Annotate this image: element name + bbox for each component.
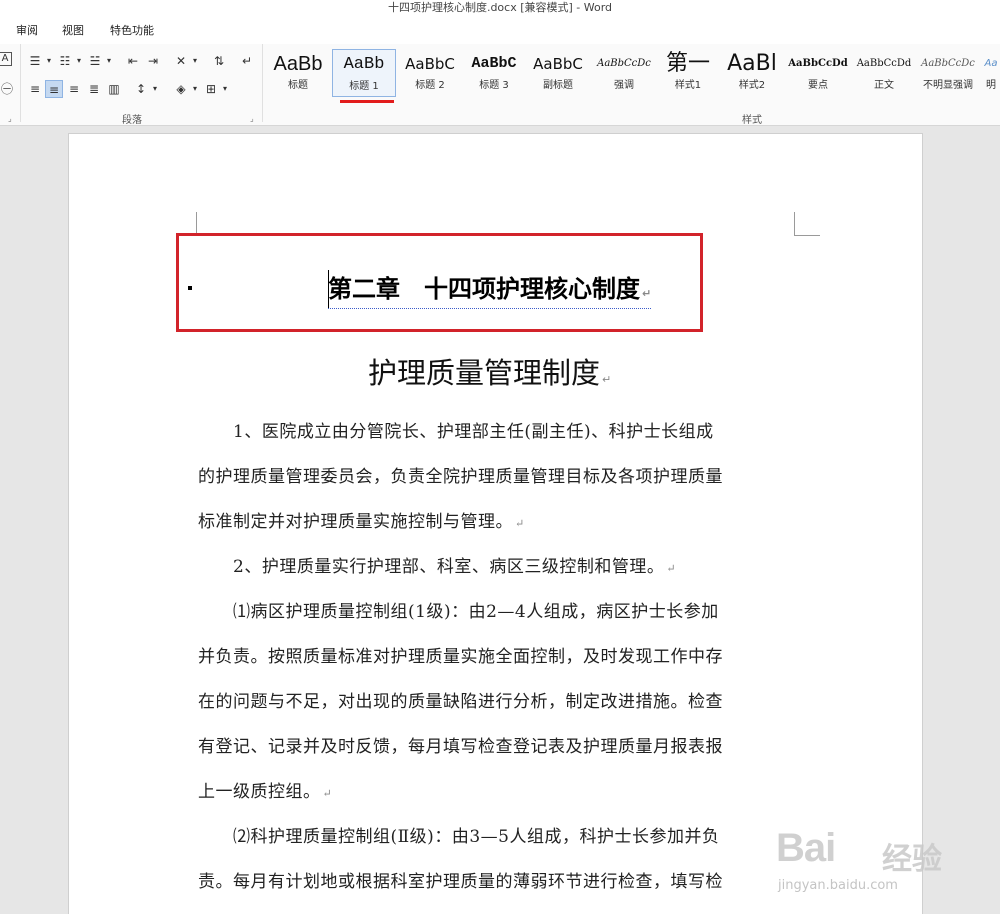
styles-group-label: 样式 [742, 115, 762, 126]
body-line[interactable]: 在的问题与不足，对出现的质量缺陷进行分析，制定改进措施。检查 [198, 687, 798, 712]
body-line[interactable]: ⑴病区护理质量控制组(1级)：由2—4人组成，病区护士长参加 [198, 597, 798, 622]
watermark: Bai 经验 jingyan.baidu.com [770, 808, 1000, 914]
style-subtitle[interactable]: AaBbC 副标题 [526, 49, 590, 97]
align-left-icon[interactable]: ≡ [26, 80, 44, 98]
paragraph-group-label: 段落 [122, 115, 142, 126]
paragraph-mark-icon: ↵ [515, 517, 525, 530]
body-line[interactable]: 2、护理质量实行护理部、科室、病区三级控制和管理。 ↵ [198, 552, 798, 577]
sort-icon[interactable]: ⇅ [210, 52, 228, 70]
borders-dropdown-icon[interactable]: ▾ [216, 80, 234, 98]
style-title[interactable]: AaBb 标题 [266, 49, 330, 97]
body-line[interactable]: ⑵科护理质量控制组(Ⅱ级)：由3—5人组成，科护士长参加并负 [198, 822, 798, 847]
crop-mark [794, 212, 795, 236]
ribbon-tabs: 审阅 视图 特色功能 [0, 16, 1000, 44]
selected-style-highlight [340, 100, 394, 103]
ribbon: A ㊀ ☰ ▾ ☷ ▾ ☱ ▾ ⇤ ⇥ ✕ ▾ ⇅ ↵ ≡ ≡ ≡ ≣ ▥ ↕ … [0, 44, 1000, 126]
watermark-url: jingyan.baidu.com [778, 878, 898, 893]
tab-review[interactable]: 审阅 [16, 22, 38, 38]
phonetic-guide-icon[interactable]: ㊀ [0, 80, 16, 98]
body-line[interactable]: 1、医院成立由分管院长、护理部主任(副主任)、科护士长组成 [198, 417, 798, 442]
body-line[interactable]: 有登记、记录并及时反馈，每月填写检查登记表及护理质量月报表报 [198, 732, 798, 757]
paragraph-dialog-launcher-icon[interactable]: ⌟ [250, 114, 254, 123]
style-normal[interactable]: AaBbCcDd 正文 [852, 49, 916, 97]
chapter-heading[interactable]: 第二章 十四项护理核心制度 ↵ [328, 272, 652, 311]
tab-view[interactable]: 视图 [62, 22, 84, 38]
paragraph-mark-icon: ↵ [322, 787, 333, 800]
tab-special-features[interactable]: 特色功能 [110, 22, 154, 38]
document-title[interactable]: 护理质量管理制度 ↵ [368, 352, 611, 401]
multilevel-dropdown-icon[interactable]: ▾ [100, 52, 118, 70]
style-heading-2[interactable]: AaBbC 标题 2 [398, 49, 462, 97]
distributed-icon[interactable]: ▥ [105, 80, 123, 98]
watermark-logo: Bai [776, 826, 836, 870]
font-dialog-launcher-icon[interactable]: ⌟ [8, 114, 12, 123]
increase-indent-icon[interactable]: ⇥ [144, 52, 162, 70]
list-bullet-icon [188, 286, 192, 290]
justify-icon[interactable]: ≣ [85, 80, 103, 98]
paragraph-mark-icon: ↵ [666, 562, 677, 575]
style-emphasis[interactable]: AaBbCcDc 强调 [592, 49, 656, 97]
body-line[interactable]: 上一级质控组。 ↵ [198, 777, 798, 802]
body-line[interactable]: 责。每月有计划地或根据科室护理质量的薄弱环节进行检查，填写检 [198, 867, 798, 892]
window-title: 十四项护理核心制度.docx [兼容模式] - Word [0, 0, 1000, 16]
show-marks-icon[interactable]: ↵ [238, 52, 256, 70]
style-custom-1[interactable]: 第一 样式1 [656, 49, 720, 97]
body-line[interactable]: 标准制定并对护理质量实施控制与管理。 ↵ [198, 507, 798, 532]
paragraph-mark-icon: ↵ [642, 287, 652, 300]
style-subtle-emphasis[interactable]: AaBbCcDc 不明显强调 [916, 49, 980, 97]
decrease-indent-icon[interactable]: ⇤ [124, 52, 142, 70]
text-effects-icon[interactable]: A [0, 52, 12, 66]
watermark-text: 经验 [882, 842, 942, 877]
style-key-point[interactable]: AaBbCcDd 要点 [786, 49, 850, 97]
align-right-icon[interactable]: ≡ [65, 80, 83, 98]
style-heading-1[interactable]: AaBb 标题 1 [332, 49, 396, 97]
grammar-underline [328, 307, 652, 309]
style-heading-3[interactable]: AaBbC 标题 3 [462, 49, 526, 97]
style-custom-2[interactable]: AaBl 样式2 [720, 49, 784, 97]
align-center-icon[interactable]: ≡ [45, 80, 63, 98]
crop-mark [794, 235, 820, 236]
line-spacing-dropdown-icon[interactable]: ▾ [146, 80, 164, 98]
chinese-layout-dropdown-icon[interactable]: ▾ [186, 52, 204, 70]
crop-mark [196, 212, 197, 234]
body-line[interactable]: 的护理质量管理委员会，负责全院护理质量管理目标及各项护理质量 [198, 462, 798, 487]
body-line[interactable]: 并负责。按照质量标准对护理质量实施全面控制，及时发现工作中存 [198, 642, 798, 667]
paragraph-mark-icon: ↵ [602, 373, 612, 386]
style-partial[interactable]: Aa 明 [982, 49, 1000, 97]
